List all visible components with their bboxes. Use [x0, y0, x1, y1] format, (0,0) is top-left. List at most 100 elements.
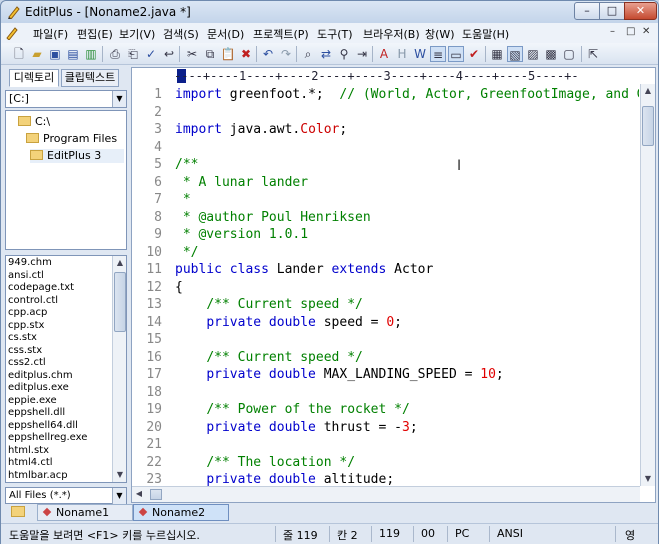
close-button[interactable]: ✕ [624, 2, 657, 20]
file-filter-select[interactable]: All Files (*.*) ▼ [5, 487, 127, 504]
menu-tools[interactable]: 도구(T) [317, 26, 353, 42]
cliptext-window-icon[interactable]: ▧ [507, 46, 523, 62]
mdi-minimize-button[interactable]: – [610, 26, 615, 37]
list-item[interactable]: control.ctl [8, 295, 58, 308]
cut-icon[interactable]: ✂ [184, 46, 200, 62]
code-line[interactable]: /** Current speed */ [175, 296, 363, 314]
editor-horizontal-scrollbar[interactable]: ◀ [132, 486, 640, 502]
ruler-icon[interactable]: ▭ [448, 46, 464, 62]
chevron-down-icon[interactable]: ▼ [112, 91, 126, 107]
list-item[interactable]: codepage.txt [8, 282, 74, 295]
list-item[interactable]: ansi.ctl [8, 270, 44, 283]
code-line[interactable]: { [175, 279, 183, 297]
menu-edit[interactable]: 편집(E) [77, 26, 113, 42]
code-area[interactable]: import greenfoot.*; // (World, Actor, Gr… [175, 84, 639, 486]
output-window-icon[interactable]: ▨ [525, 46, 541, 62]
scrollbar-thumb[interactable] [150, 489, 162, 500]
menu-window[interactable]: 창(W) [425, 26, 455, 42]
font-icon[interactable]: A [376, 46, 392, 62]
editor-vertical-scrollbar[interactable]: ▲ ▼ [640, 84, 655, 486]
scroll-down-icon[interactable]: ▼ [641, 472, 655, 486]
mdi-close-button[interactable]: ✕ [642, 26, 650, 37]
code-line[interactable]: import java.awt.Color; [175, 121, 347, 139]
print-icon[interactable]: ⎗ [125, 46, 141, 62]
tab-noname2[interactable]: Noname2 [133, 504, 229, 521]
undo-icon[interactable]: ↶ [260, 46, 276, 62]
print-preview-icon[interactable]: ⎙ [107, 46, 123, 62]
menu-search[interactable]: 검색(S) [163, 26, 199, 42]
spell-check-icon[interactable]: ✓ [143, 46, 159, 62]
title-bar[interactable]: EditPlus - [Noname2.java *] – □ ✕ [1, 1, 658, 23]
tree-item-program-files[interactable]: Program Files [26, 132, 117, 146]
menu-document[interactable]: 문서(D) [207, 26, 244, 42]
find-in-files-icon[interactable]: ⚲ [336, 46, 352, 62]
code-line[interactable]: * A lunar lander [175, 174, 308, 192]
list-item[interactable]: cpp.acp [8, 307, 47, 320]
list-item[interactable]: html.stx [8, 445, 49, 458]
menu-file[interactable]: 파일(F) [33, 26, 68, 42]
list-item[interactable]: htmlbar.acp [8, 470, 68, 483]
scroll-left-icon[interactable]: ◀ [132, 487, 146, 501]
open-folder-icon[interactable]: ▰ [29, 46, 45, 62]
scrollbar-thumb[interactable] [642, 106, 654, 146]
list-item[interactable]: eppie.exe [8, 395, 57, 408]
editor[interactable]: ----+----1----+----2----+----3----+----4… [131, 67, 656, 503]
fullscreen-icon[interactable]: ▢ [561, 46, 577, 62]
file-list-scrollbar[interactable]: ▲ ▼ [112, 256, 126, 482]
maximize-button[interactable]: □ [599, 2, 625, 20]
tab-cliptext[interactable]: 클립텍스트 [61, 69, 119, 87]
ftp-upload-icon[interactable]: ▥ [83, 46, 99, 62]
new-file-icon[interactable]: 🗋 [11, 46, 27, 62]
list-item[interactable]: editplus.chm [8, 370, 73, 383]
redo-icon[interactable]: ↷ [278, 46, 294, 62]
code-line[interactable]: /** Power of the rocket */ [175, 401, 410, 419]
list-item[interactable]: eppshell64.dll [8, 420, 78, 433]
list-item[interactable]: editplus.exe [8, 382, 69, 395]
replace-icon[interactable]: ⇄ [318, 46, 334, 62]
scrollbar-thumb[interactable] [114, 272, 126, 332]
check-icon[interactable]: ✔ [466, 46, 482, 62]
tab-directory[interactable]: 디렉토리 [9, 69, 59, 87]
document-icon[interactable] [5, 26, 19, 40]
code-line[interactable]: /** [175, 156, 198, 174]
list-item[interactable]: css.stx [8, 345, 42, 358]
menu-browser[interactable]: 브라우저(B) [363, 26, 420, 42]
line-number-icon[interactable]: ≡ [430, 46, 446, 62]
mdi-restore-button[interactable]: □ [626, 26, 635, 37]
menu-help[interactable]: 도움말(H) [462, 26, 509, 42]
list-item[interactable]: 949.chm [8, 257, 52, 270]
code-line[interactable]: import greenfoot.*; // (World, Actor, Gr… [175, 86, 639, 104]
code-line[interactable]: private double speed = 0; [175, 314, 402, 332]
list-item[interactable]: eppshell.dll [8, 407, 65, 420]
wrap-mode-icon[interactable]: W [412, 46, 428, 62]
code-line[interactable]: * @version 1.0.1 [175, 226, 308, 244]
save-icon[interactable]: ▣ [47, 46, 63, 62]
tree-item-editplus3[interactable]: EditPlus 3 [30, 149, 124, 163]
menu-view[interactable]: 보기(V) [119, 26, 155, 42]
code-line[interactable]: private double MAX_LANDING_SPEED = 10; [175, 366, 503, 384]
code-line[interactable]: public class Lander extends Actor [175, 261, 433, 279]
list-item[interactable]: eppshellreg.exe [8, 432, 87, 445]
code-line[interactable]: * [175, 191, 191, 209]
scroll-down-icon[interactable]: ▼ [113, 468, 126, 482]
tree-item-root[interactable]: C:\ [18, 115, 50, 129]
find-icon[interactable]: ⌕ [300, 46, 316, 62]
goto-line-icon[interactable]: ⇥ [354, 46, 370, 62]
save-all-icon[interactable]: ▤ [65, 46, 81, 62]
code-line[interactable]: * @author Poul Henriksen [175, 209, 371, 227]
hex-view-icon[interactable]: H [394, 46, 410, 62]
code-line[interactable]: /** The location */ [175, 454, 355, 472]
code-line[interactable]: private double thrust = -3; [175, 419, 417, 437]
copy-icon[interactable]: ⧉ [202, 46, 218, 62]
chevron-down-icon[interactable]: ▼ [112, 488, 126, 504]
delete-icon[interactable]: ✖ [238, 46, 254, 62]
drive-select[interactable]: [C:] ▼ [5, 90, 127, 108]
browser-icon[interactable]: ▩ [543, 46, 559, 62]
help-icon[interactable]: ⇱ [585, 46, 601, 62]
list-item[interactable]: css2.ctl [8, 357, 46, 370]
list-item[interactable]: html4.ctl [8, 457, 53, 470]
menu-project[interactable]: 프로젝트(P) [253, 26, 309, 42]
directory-window-icon[interactable]: ▦ [489, 46, 505, 62]
word-wrap-icon[interactable]: ↩ [161, 46, 177, 62]
scroll-up-icon[interactable]: ▲ [113, 256, 126, 270]
